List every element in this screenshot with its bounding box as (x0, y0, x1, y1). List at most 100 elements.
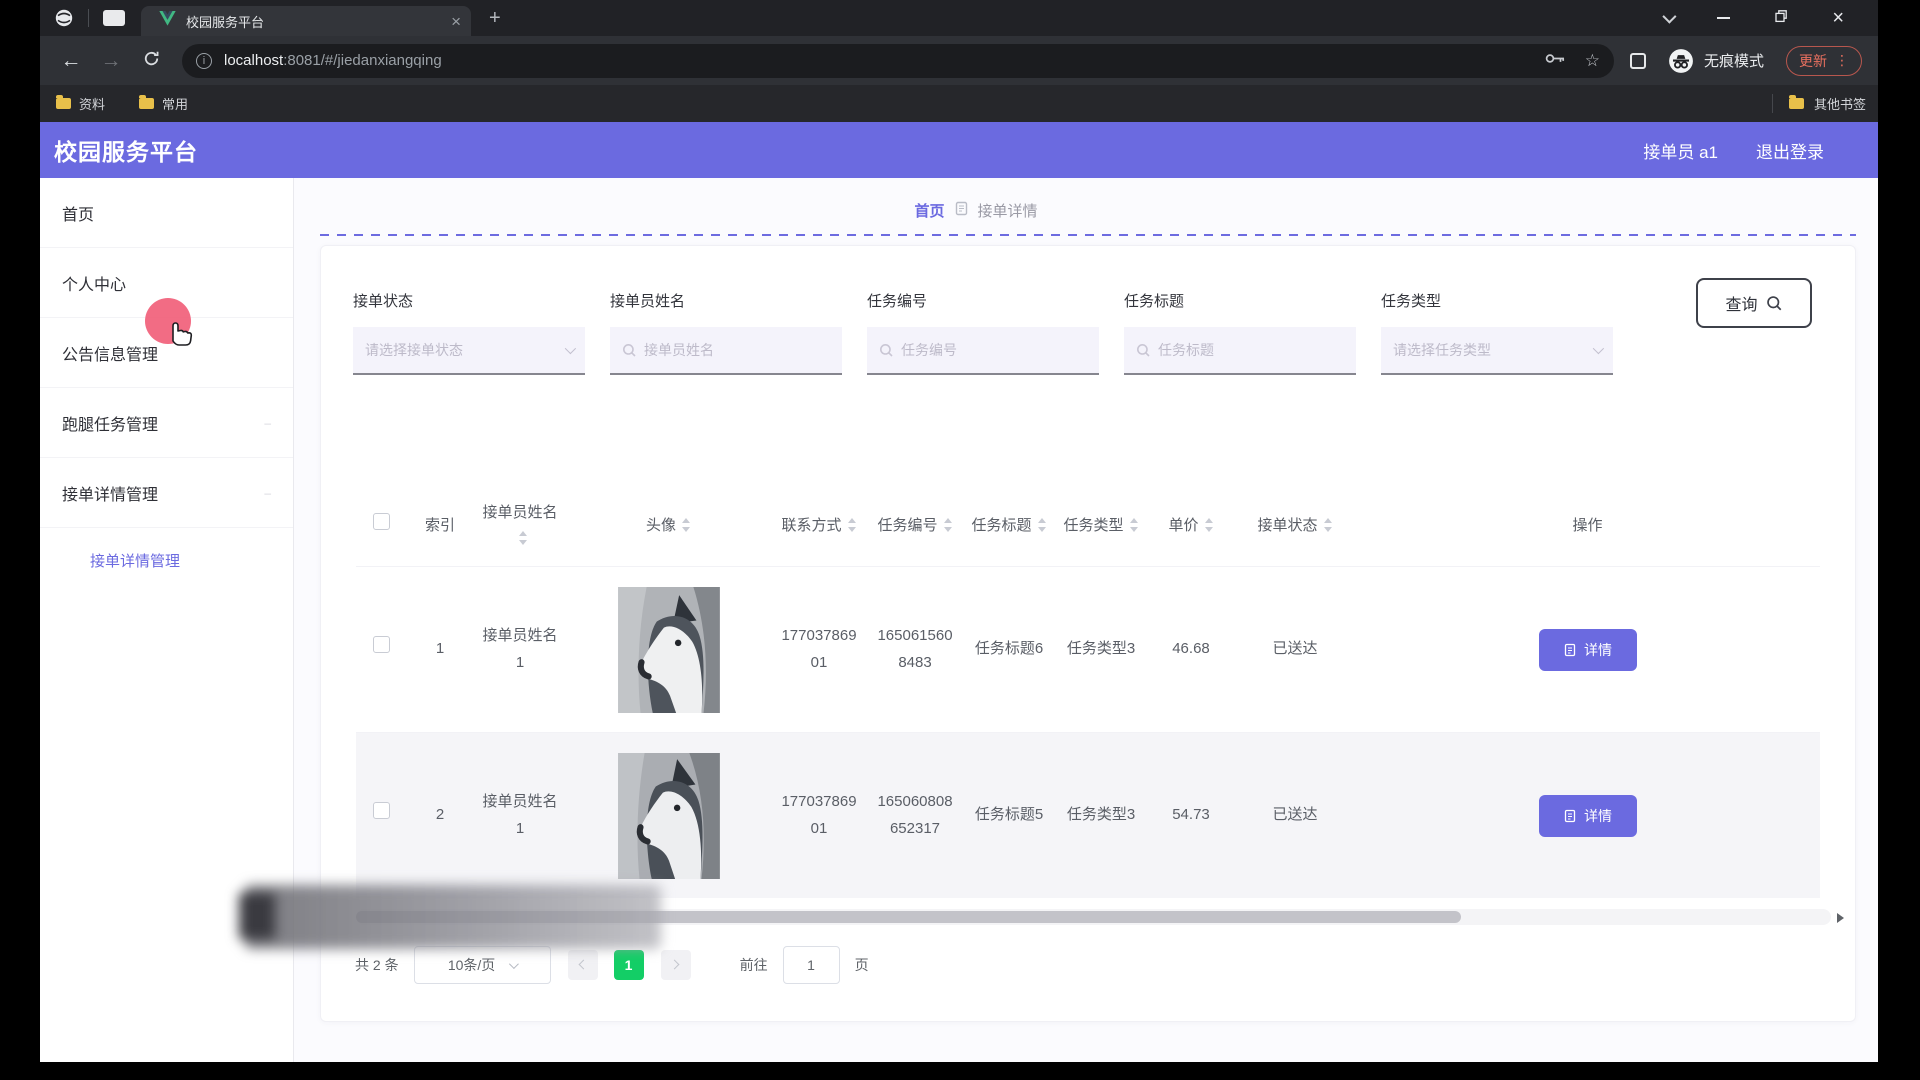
reload-icon[interactable] (136, 49, 166, 73)
bookmark-star-icon[interactable]: ☆ (1585, 51, 1600, 71)
filter-task-number: 任务编号 (867, 290, 1099, 375)
sidebar-item-order-detail-management[interactable]: 接单详情管理 – (40, 458, 293, 528)
order-status-select[interactable]: 请选择接单状态 (353, 327, 585, 375)
task-title-input-box (1124, 327, 1356, 375)
sidebar-item-label: 接单详情管理 (62, 481, 158, 505)
address-bar[interactable]: i localhost :8081/#/jiedanxiangqing ☆ (182, 44, 1614, 78)
sidebar-subitem-order-detail-management[interactable]: 接单详情管理 (40, 528, 293, 592)
cell-price: 46.68 (1147, 636, 1235, 662)
window-controls: × (1663, 8, 1858, 28)
search-icon (622, 343, 637, 363)
col-index[interactable]: 索引 (406, 513, 474, 539)
back-icon[interactable]: ← (56, 49, 86, 73)
chevron-left-icon (578, 960, 588, 970)
sidebar-item-home[interactable]: 首页 (40, 178, 293, 248)
chevron-down-icon (509, 959, 519, 969)
search-button[interactable]: 查询 (1696, 278, 1812, 328)
bookmark-folder-1[interactable]: 资料 (56, 94, 105, 113)
cell-status: 已送达 (1235, 802, 1355, 828)
browser-window: 校园服务平台 × + × ← → i localhost (40, 0, 1878, 1062)
prev-page-button[interactable] (568, 950, 598, 980)
sidebar-item-errand-task-management[interactable]: 跑腿任务管理 – (40, 388, 293, 458)
update-label: 更新 (1799, 51, 1827, 71)
sort-icon[interactable] (1037, 517, 1047, 533)
hand-cursor-icon (164, 314, 194, 351)
tab-separator (88, 9, 89, 27)
table-header-row: 索引 接单员姓名 头像 联系方式 任务编号 任务标题 任务类型 单价 接单状态 … (356, 486, 1820, 566)
tab-close-icon[interactable]: × (451, 13, 461, 30)
bookmark-label: 常用 (162, 94, 188, 113)
folder-icon (139, 98, 154, 109)
col-price[interactable]: 单价 (1147, 513, 1235, 539)
logout-link[interactable]: 退出登录 (1756, 138, 1824, 163)
site-info-icon[interactable]: i (196, 53, 212, 69)
sort-icon[interactable] (681, 517, 691, 533)
task-type-select[interactable]: 请选择任务类型 (1381, 327, 1613, 375)
filter-label: 任务编号 (867, 290, 1099, 311)
collapse-icon: – (264, 486, 271, 500)
filter-receiver-name: 接单员姓名 (610, 290, 842, 375)
incognito-label: 无痕模式 (1704, 50, 1764, 71)
menu-dots-icon[interactable]: ⋮ (1835, 52, 1849, 69)
filter-task-type: 任务类型 请选择任务类型 (1381, 290, 1613, 375)
row-checkbox[interactable] (373, 636, 390, 653)
minimize-icon[interactable] (1717, 17, 1730, 19)
col-receiver-name[interactable]: 接单员姓名 (474, 500, 566, 553)
extension-icon[interactable] (1630, 53, 1646, 69)
goto-page-input[interactable] (783, 946, 840, 984)
close-window-icon[interactable]: × (1832, 8, 1844, 28)
task-title-input[interactable] (1124, 327, 1356, 373)
detail-button[interactable]: 详情 (1539, 795, 1637, 837)
select-all-checkbox[interactable] (373, 513, 390, 530)
next-page-button[interactable] (661, 950, 691, 980)
page-size-select[interactable]: 10条/页 (414, 946, 551, 984)
cell-receiver-name: 接单员姓名1 (474, 789, 566, 842)
col-task-title[interactable]: 任务标题 (963, 513, 1055, 539)
detail-button[interactable]: 详情 (1539, 629, 1637, 671)
scroll-right-arrow-icon[interactable] (1837, 913, 1844, 923)
pinned-tab-icon[interactable] (103, 10, 125, 26)
active-tab[interactable]: 校园服务平台 × (141, 6, 471, 36)
col-avatar[interactable]: 头像 (566, 513, 771, 539)
url-host: localhost (224, 52, 283, 69)
browser-logo-icon[interactable] (54, 8, 74, 28)
breadcrumb-home[interactable]: 首页 (914, 200, 944, 221)
receiver-name-input[interactable] (610, 327, 842, 373)
other-bookmarks[interactable]: 其他书签 (1772, 94, 1866, 113)
screen: 校园服务平台 × + × ← → i localhost (0, 0, 1920, 1080)
filter-label: 任务标题 (1124, 290, 1356, 311)
detail-button-label: 详情 (1584, 806, 1612, 826)
bookmarks-bar: 资料 常用 其他书签 (40, 85, 1878, 122)
current-page-button[interactable]: 1 (614, 950, 644, 980)
row-checkbox[interactable] (373, 802, 390, 819)
col-task-type[interactable]: 任务类型 (1055, 513, 1147, 539)
bookmark-folder-2[interactable]: 常用 (139, 94, 188, 113)
dashed-divider (320, 234, 1856, 236)
sort-icon[interactable] (1204, 517, 1214, 533)
col-contact[interactable]: 联系方式 (771, 513, 867, 539)
cell-task-type: 任务类型3 (1055, 636, 1147, 662)
app-header: 校园服务平台 接单员 a1 退出登录 (40, 122, 1878, 178)
cell-task-type: 任务类型3 (1055, 802, 1147, 828)
password-key-icon[interactable] (1545, 52, 1567, 70)
sort-icon[interactable] (1323, 517, 1333, 533)
sort-icon[interactable] (847, 517, 857, 533)
sort-icon[interactable] (943, 517, 953, 533)
document-icon (1563, 809, 1577, 823)
tab-search-chevron-icon[interactable] (1663, 10, 1677, 24)
other-bookmarks-label: 其他书签 (1814, 94, 1866, 113)
document-icon (1563, 643, 1577, 657)
cell-index: 2 (406, 802, 474, 828)
sort-icon[interactable] (518, 530, 528, 546)
update-button[interactable]: 更新 ⋮ (1786, 46, 1862, 76)
vue-logo-icon (159, 11, 176, 31)
maximize-icon[interactable] (1774, 9, 1788, 28)
receiver-name-input-box (610, 327, 842, 375)
cell-task-title: 任务标题6 (963, 636, 1055, 662)
col-status[interactable]: 接单状态 (1235, 513, 1355, 539)
forward-icon[interactable]: → (96, 49, 126, 73)
col-task-number[interactable]: 任务编号 (867, 513, 963, 539)
task-number-input[interactable] (867, 327, 1099, 373)
new-tab-button[interactable]: + (489, 7, 501, 30)
sort-icon[interactable] (1129, 517, 1139, 533)
